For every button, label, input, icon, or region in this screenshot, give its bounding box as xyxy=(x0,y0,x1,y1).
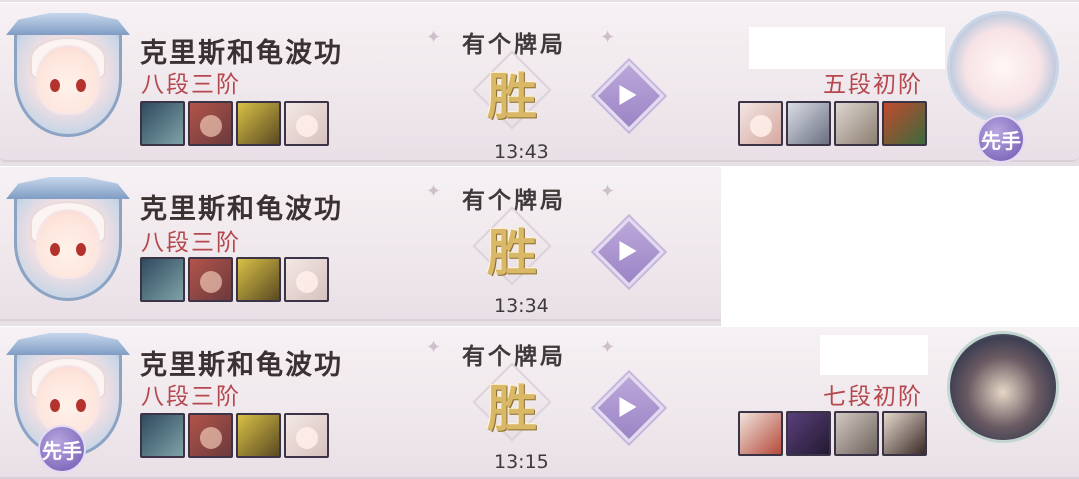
match-result: 胜 xyxy=(487,223,537,282)
shikigami-portrait[interactable] xyxy=(236,413,281,458)
match-time: 13:15 xyxy=(494,451,549,473)
player-rank: 八段三阶 xyxy=(141,384,241,410)
match-row[interactable]: 克里斯和龟波功 八段三阶 有个牌局 ✦ ✦ 胜 13:34 xyxy=(0,166,1079,327)
shikigami-portrait[interactable] xyxy=(882,411,927,456)
match-time: 13:34 xyxy=(494,295,549,317)
opponent-info-redacted xyxy=(721,167,1079,327)
shikigami-portrait[interactable] xyxy=(188,101,233,146)
player-name: 克里斯和龟波功 xyxy=(140,194,343,225)
shikigami-portrait[interactable] xyxy=(738,411,783,456)
player-team xyxy=(140,257,329,302)
shikigami-portrait[interactable] xyxy=(284,257,329,302)
sparkle-icon: ✦ xyxy=(600,337,616,358)
first-move-badge: 先手 xyxy=(977,115,1025,163)
replay-button[interactable] xyxy=(593,60,665,132)
shikigami-portrait[interactable] xyxy=(786,101,831,146)
shikigami-portrait[interactable] xyxy=(882,101,927,146)
shikigami-portrait[interactable] xyxy=(236,101,281,146)
match-row[interactable]: 克里斯和龟波功 八段三阶 有个牌局 ✦ ✦ 胜 13:43 五段初阶 先手 xyxy=(0,2,1079,163)
sparkle-icon: ✦ xyxy=(426,337,442,358)
sparkle-icon: ✦ xyxy=(426,27,442,48)
opponent-rank: 五段初阶 xyxy=(823,72,923,98)
match-history-list: 克里斯和龟波功 八段三阶 有个牌局 ✦ ✦ 胜 13:43 五段初阶 先手 克里… xyxy=(0,0,1079,479)
replay-button[interactable] xyxy=(593,216,665,288)
play-triangle-icon xyxy=(619,84,637,105)
sparkle-icon: ✦ xyxy=(426,181,442,202)
shikigami-portrait[interactable] xyxy=(834,411,879,456)
sparkle-icon: ✦ xyxy=(600,181,616,202)
opponent-rank: 七段初阶 xyxy=(823,384,923,410)
opponent-avatar[interactable] xyxy=(943,327,1063,467)
shikigami-portrait[interactable] xyxy=(140,413,185,458)
play-triangle-icon xyxy=(619,396,637,417)
opponent-avatar[interactable]: 先手 xyxy=(943,7,1063,163)
first-move-badge: 先手 xyxy=(38,425,86,473)
match-result: 胜 xyxy=(487,67,537,126)
player-avatar[interactable] xyxy=(6,13,130,145)
shikigami-portrait[interactable] xyxy=(834,101,879,146)
shikigami-portrait[interactable] xyxy=(140,257,185,302)
shikigami-portrait[interactable] xyxy=(188,257,233,302)
shikigami-portrait[interactable] xyxy=(284,101,329,146)
player-team xyxy=(140,413,329,458)
shikigami-portrait[interactable] xyxy=(188,413,233,458)
opponent-name-redacted xyxy=(749,27,945,69)
shikigami-portrait[interactable] xyxy=(236,257,281,302)
player-rank: 八段三阶 xyxy=(141,72,241,98)
player-rank: 八段三阶 xyxy=(141,230,241,256)
shikigami-portrait[interactable] xyxy=(738,101,783,146)
shikigami-portrait[interactable] xyxy=(140,101,185,146)
opponent-team xyxy=(738,411,927,456)
replay-button[interactable] xyxy=(593,372,665,444)
match-result: 胜 xyxy=(487,379,537,438)
player-avatar[interactable] xyxy=(6,177,130,309)
match-row[interactable]: 先手 克里斯和龟波功 八段三阶 有个牌局 ✦ ✦ 胜 13:15 七段初阶 xyxy=(0,326,1079,479)
play-triangle-icon xyxy=(619,240,637,261)
player-avatar[interactable]: 先手 xyxy=(6,333,130,473)
shikigami-portrait[interactable] xyxy=(786,411,831,456)
sparkle-icon: ✦ xyxy=(600,27,616,48)
match-time: 13:43 xyxy=(494,141,549,163)
opponent-team xyxy=(738,101,927,146)
opponent-name-redacted xyxy=(820,335,928,375)
player-team xyxy=(140,101,329,146)
shikigami-portrait[interactable] xyxy=(284,413,329,458)
